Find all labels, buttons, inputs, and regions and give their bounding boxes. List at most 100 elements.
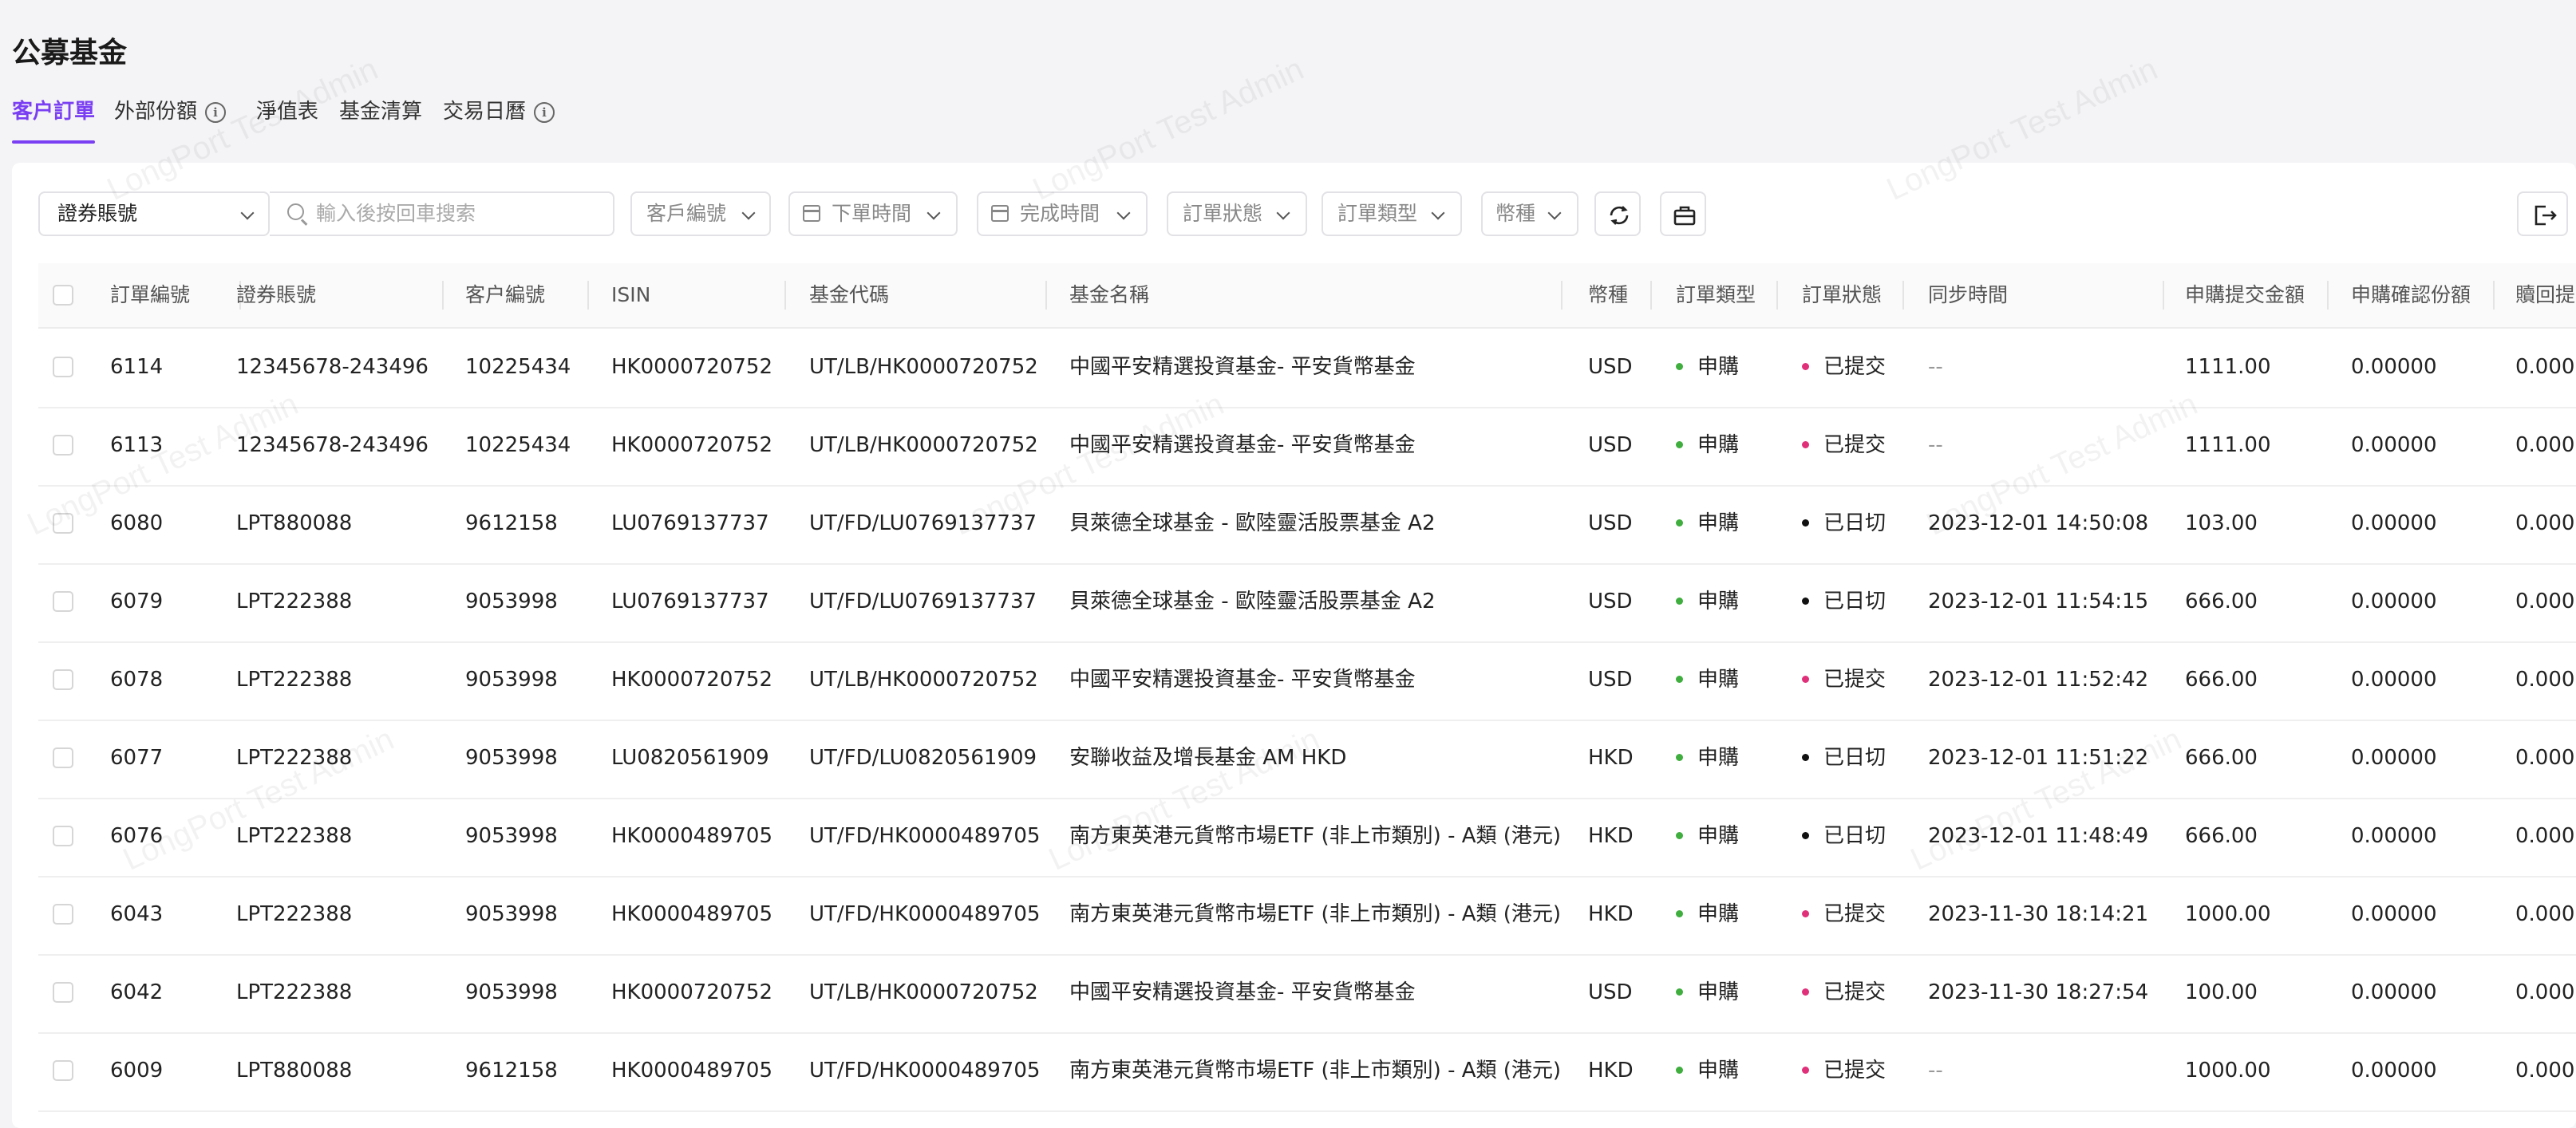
column-header[interactable]: 證券賬號 (236, 263, 316, 327)
column-header[interactable]: 贖回提 (2515, 263, 2575, 327)
currency: USD (1588, 355, 1633, 379)
tab-external-shares[interactable]: 外部份額 i (114, 94, 227, 145)
order-type: 申購 (1676, 798, 1739, 874)
select-label: 證券賬號 (57, 202, 138, 225)
column-header[interactable]: 訂單類型 (1676, 263, 1756, 327)
row-checkbox[interactable] (53, 513, 73, 534)
table-row[interactable]: 6043 LPT222388 9053998 HK0000489705 UT/F… (38, 876, 2576, 956)
refresh-icon (1610, 206, 1629, 225)
column-header[interactable]: 訂單編號 (110, 263, 190, 327)
logout-button[interactable] (2517, 191, 2568, 236)
column-header[interactable]: 客户編號 (465, 263, 545, 327)
filter-label: 訂單類型 (1337, 202, 1418, 225)
account-no: LPT880088 (236, 511, 353, 535)
column-header[interactable]: 同步時間 (1928, 263, 2008, 327)
search-input[interactable]: 輸入後按回車搜索 (270, 191, 614, 236)
account-no: 12345678-243496 (236, 355, 429, 379)
tab-nav-table[interactable]: 淨值表 (256, 94, 318, 145)
customer-no-filter[interactable]: 客戶編號 (630, 191, 771, 236)
row-checkbox[interactable] (53, 982, 73, 1003)
order-type-label: 申購 (1697, 433, 1740, 457)
table-row[interactable]: 6009 LPT880088 9612158 HK0000489705 UT/F… (38, 1032, 2576, 1112)
account-type-select[interactable]: 證券賬號 (38, 191, 270, 236)
isin: LU0769137737 (611, 590, 769, 613)
tab-fund-clearing[interactable]: 基金清算 (339, 94, 422, 145)
table-row[interactable]: 6078 LPT222388 9053998 HK0000720752 UT/L… (38, 641, 2576, 721)
table-row[interactable]: 6076 LPT222388 9053998 HK0000489705 UT/F… (38, 798, 2576, 878)
order-status-filter[interactable]: 訂單狀態 (1167, 191, 1307, 236)
select-all-checkbox[interactable] (53, 285, 73, 306)
order-status: 已提交 (1802, 1032, 1886, 1109)
currency: HKD (1588, 746, 1634, 770)
currency-filter[interactable]: 幣種 (1481, 191, 1578, 236)
info-icon[interactable]: i (534, 102, 555, 123)
page-title: 公募基金 (12, 37, 128, 69)
column-header[interactable]: 申購提交金額 (2185, 263, 2305, 327)
customer-no: 9612158 (465, 1059, 558, 1083)
row-checkbox[interactable] (53, 747, 73, 768)
submit-amount: 1111.00 (2185, 433, 2271, 457)
column-header[interactable]: 訂單狀態 (1802, 263, 1882, 327)
account-no: LPT222388 (236, 980, 353, 1004)
status-dot-icon (1802, 754, 1809, 761)
export-button[interactable] (1660, 191, 1706, 236)
customer-no: 9053998 (465, 980, 558, 1004)
isin: HK0000720752 (611, 668, 773, 692)
refresh-button[interactable] (1594, 191, 1641, 236)
chevron-down-icon (1116, 206, 1131, 220)
currency: HKD (1588, 1059, 1634, 1083)
type-dot-icon (1676, 676, 1683, 683)
tab-trading-calendar[interactable]: 交易日曆 i (443, 94, 555, 145)
column-header[interactable]: 基金代碼 (809, 263, 889, 327)
order-type-label: 申購 (1697, 668, 1740, 692)
column-divider (1776, 281, 1778, 310)
column-header[interactable]: 基金名稱 (1069, 263, 1149, 327)
row-checkbox[interactable] (53, 826, 73, 846)
table-row[interactable]: 6077 LPT222388 9053998 LU0820561909 UT/F… (38, 720, 2576, 799)
customer-no: 9612158 (465, 511, 558, 535)
fund-code: UT/FD/LU0769137737 (809, 511, 1037, 535)
complete-time-filter[interactable]: 完成時間 (977, 191, 1148, 236)
table-row[interactable]: 6113 12345678-243496 10225434 HK00007207… (38, 407, 2576, 487)
info-icon[interactable]: i (205, 102, 227, 123)
row-checkbox[interactable] (53, 357, 73, 377)
table-row[interactable]: 6114 12345678-243496 10225434 HK00007207… (38, 329, 2576, 408)
fund-name: 南方東英港元貨幣市場ETF (非上市類別) - A類 (港元) (1069, 1059, 1562, 1083)
row-checkbox[interactable] (53, 1060, 73, 1081)
search-icon (287, 203, 304, 220)
column-header[interactable]: 申購確認份額 (2351, 263, 2471, 327)
confirmed-shares: 0.00000 (2351, 824, 2437, 848)
order-no: 6080 (110, 511, 164, 535)
row-checkbox[interactable] (53, 591, 73, 612)
account-no: LPT222388 (236, 746, 353, 770)
fund-name: 貝萊德全球基金 - 歐陸靈活股票基金 A2 (1069, 511, 1436, 535)
fund-name: 安聯收益及增長基金 AM HKD (1069, 746, 1347, 770)
tab-customer-orders[interactable]: 客户訂單 (12, 94, 96, 145)
confirmed-shares: 0.00000 (2351, 746, 2437, 770)
sync-time: 2023-12-01 11:52:42 (1928, 668, 2149, 692)
row-checkbox[interactable] (53, 669, 73, 690)
isin: HK0000489705 (611, 824, 773, 848)
redeem-value: 0.000 (2515, 1059, 2575, 1083)
fund-name: 中國平安精選投資基金- 平安貨幣基金 (1069, 433, 1416, 457)
order-type-filter[interactable]: 訂單類型 (1322, 191, 1462, 236)
order-type-label: 申購 (1697, 902, 1740, 926)
fund-code: UT/FD/LU0769137737 (809, 590, 1037, 613)
row-checkbox[interactable] (53, 435, 73, 456)
column-header[interactable]: 幣種 (1588, 263, 1628, 327)
order-status-label: 已提交 (1823, 355, 1887, 379)
table-row[interactable]: 6080 LPT880088 9612158 LU0769137737 UT/F… (38, 485, 2576, 565)
order-status: 已提交 (1802, 407, 1886, 483)
table-row[interactable]: 6042 LPT222388 9053998 HK0000720752 UT/L… (38, 954, 2576, 1034)
column-divider (2493, 281, 2495, 310)
row-checkbox[interactable] (53, 904, 73, 925)
table-row[interactable]: 6079 LPT222388 9053998 LU0769137737 UT/F… (38, 563, 2576, 643)
order-time-filter[interactable]: 下單時間 (788, 191, 958, 236)
order-no: 6077 (110, 746, 164, 770)
order-type: 申購 (1676, 1032, 1739, 1109)
filter-label: 完成時間 (1020, 202, 1100, 225)
order-no: 6043 (110, 902, 164, 926)
order-no: 6076 (110, 824, 164, 848)
column-header[interactable]: ISIN (611, 263, 650, 327)
isin: HK0000720752 (611, 980, 773, 1004)
